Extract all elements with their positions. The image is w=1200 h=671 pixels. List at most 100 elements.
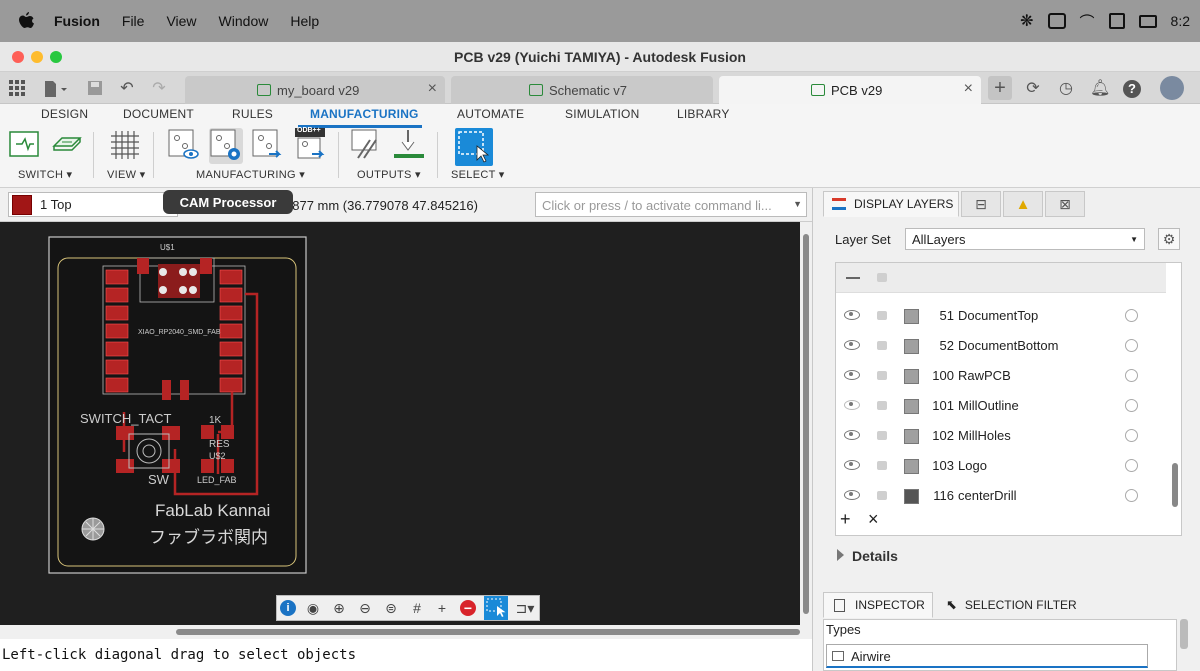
notification-bell-icon[interactable]: 🔔︎: [1090, 80, 1110, 98]
display-icon[interactable]: [1138, 14, 1157, 28]
lock-icon[interactable]: [877, 401, 887, 410]
lock-icon[interactable]: [877, 461, 887, 470]
manufacturing-group-label[interactable]: MANUFACTURING ▾: [196, 168, 305, 181]
ribbon-tab-rules[interactable]: RULES: [232, 107, 273, 121]
crosshair-icon[interactable]: +: [434, 600, 450, 616]
paperclip-icon[interactable]: ⌒: [1080, 11, 1095, 32]
sync-icon[interactable]: ⟳: [1024, 80, 1042, 98]
switch-to-schematic-icon[interactable]: [8, 128, 42, 164]
lock-all-icon[interactable]: [877, 273, 887, 282]
menu-file[interactable]: File: [122, 13, 145, 29]
canvas-vertical-scrollbar[interactable]: [800, 222, 812, 625]
select-tool-icon[interactable]: [455, 128, 493, 166]
layer-row[interactable]: 51 DocumentTop: [836, 301, 1166, 331]
outputs-group-label[interactable]: OUTPUTS ▾: [357, 168, 421, 181]
export-odb-icon[interactable]: ODB++: [294, 127, 328, 164]
chevron-down-icon[interactable]: ▼: [793, 199, 802, 209]
outputs-assembly-icon[interactable]: [392, 128, 426, 164]
command-line-input[interactable]: Click or press / to activate command li.…: [535, 192, 807, 217]
eye-icon[interactable]: ◉: [305, 600, 321, 616]
eye-icon[interactable]: [844, 460, 860, 470]
redo-icon[interactable]: ↷: [150, 80, 168, 98]
help-icon[interactable]: ?: [1123, 80, 1141, 98]
layer-color-swatch[interactable]: [904, 429, 919, 444]
undo-icon[interactable]: ↶: [118, 80, 136, 98]
switch-to-3d-icon[interactable]: [50, 128, 84, 164]
export-gerber-icon[interactable]: [251, 128, 285, 164]
layer-radio[interactable]: [1125, 339, 1138, 352]
layer-color-swatch[interactable]: [904, 459, 919, 474]
layer-color-swatch[interactable]: [904, 489, 919, 504]
lock-icon[interactable]: [877, 311, 887, 320]
layers-list[interactable]: 51 DocumentTop 52 DocumentBottom 100 Raw…: [835, 262, 1182, 536]
select-group-label[interactable]: SELECT ▾: [451, 168, 505, 181]
layer-radio[interactable]: [1125, 489, 1138, 502]
outputs-probe-icon[interactable]: [350, 128, 384, 164]
tab-inspector[interactable]: INSPECTOR: [823, 592, 933, 618]
view-group-label[interactable]: VIEW ▾: [107, 168, 146, 181]
scroll-thumb[interactable]: [176, 629, 800, 635]
chevron-down-icon[interactable]: ▼: [1130, 235, 1138, 244]
layer-row[interactable]: 116 centerDrill: [836, 481, 1166, 511]
eye-icon[interactable]: [844, 370, 860, 380]
active-layer-select[interactable]: 1 Top: [8, 192, 178, 217]
grid-icon[interactable]: #: [409, 600, 425, 616]
layer-row[interactable]: 52 DocumentBottom: [836, 331, 1166, 361]
switch-group-label[interactable]: SWITCH ▾: [18, 168, 72, 181]
drive-icon[interactable]: [1047, 13, 1066, 29]
tab-inspect[interactable]: ⊠: [1045, 191, 1085, 217]
lock-icon[interactable]: [877, 491, 887, 500]
pcb-board-drawing[interactable]: U$1 XIAO_RP2040_SMD_FAB SWITCH_TACT SW 1…: [0, 222, 800, 625]
tab-display-layers[interactable]: DISPLAY LAYERS: [823, 191, 959, 217]
ribbon-tab-design[interactable]: DESIGN: [41, 107, 88, 121]
app-grid-icon[interactable]: [8, 80, 26, 98]
openai-icon[interactable]: ❋: [1020, 11, 1033, 31]
add-layer-icon[interactable]: +: [840, 509, 851, 530]
new-tab-plus-icon[interactable]: +: [988, 76, 1012, 100]
layer-radio[interactable]: [1125, 399, 1138, 412]
chevron-right-icon[interactable]: [837, 549, 844, 561]
layer-row[interactable]: 103 Logo: [836, 451, 1166, 481]
layer-row[interactable]: 100 RawPCB: [836, 361, 1166, 391]
layer-radio[interactable]: [1125, 309, 1138, 322]
scroll-thumb[interactable]: [803, 234, 809, 614]
eye-icon[interactable]: [844, 490, 860, 500]
delete-layer-icon[interactable]: ×: [868, 509, 879, 530]
layer-color-swatch[interactable]: [904, 309, 919, 324]
eye-icon[interactable]: [844, 310, 860, 320]
route-options-icon[interactable]: ⊐▾: [513, 600, 537, 616]
doc-tab-schematic[interactable]: Schematic v7: [451, 76, 713, 104]
ribbon-tab-simulation[interactable]: SIMULATION: [565, 107, 639, 121]
manufacturing-preview-icon[interactable]: [167, 128, 201, 164]
lock-icon[interactable]: [877, 341, 887, 350]
save-icon[interactable]: [86, 80, 104, 98]
lock-icon[interactable]: [877, 431, 887, 440]
doc-tab-my-board[interactable]: my_board v29 ×: [185, 76, 445, 104]
window-layout-icon[interactable]: [1108, 13, 1125, 29]
types-select[interactable]: Airwire: [826, 644, 1148, 668]
info-icon[interactable]: i: [280, 600, 296, 616]
ribbon-tab-library[interactable]: LIBRARY: [677, 107, 730, 121]
gear-icon[interactable]: ⚙: [1158, 228, 1180, 250]
menu-window[interactable]: Window: [219, 13, 269, 29]
apple-icon[interactable]: [18, 12, 36, 30]
clock-text[interactable]: 8:2: [1171, 13, 1190, 29]
layer-row[interactable]: 101 MillOutline: [836, 391, 1166, 421]
layer-radio[interactable]: [1125, 429, 1138, 442]
tab-warnings[interactable]: ▲: [1003, 191, 1043, 217]
tab-hierarchy[interactable]: ⊟: [961, 191, 1001, 217]
tab-selection-filter[interactable]: ⬉ SELECTION FILTER: [935, 592, 1081, 618]
layer-set-select[interactable]: AllLayers ▼: [905, 228, 1145, 250]
file-menu-icon[interactable]: [42, 80, 70, 98]
ribbon-tab-automate[interactable]: AUTOMATE: [457, 107, 524, 121]
user-avatar[interactable]: [1160, 76, 1184, 100]
menu-view[interactable]: View: [166, 13, 196, 29]
eye-off-icon[interactable]: [844, 400, 860, 410]
eye-icon[interactable]: [844, 430, 860, 440]
inspector-scroll-thumb[interactable]: [1180, 619, 1188, 649]
grid-view-icon[interactable]: [108, 128, 142, 164]
layer-row[interactable]: 102 MillHoles: [836, 421, 1166, 451]
cam-processor-icon[interactable]: [209, 128, 243, 164]
menu-help[interactable]: Help: [290, 13, 319, 29]
details-section[interactable]: Details: [837, 548, 898, 564]
